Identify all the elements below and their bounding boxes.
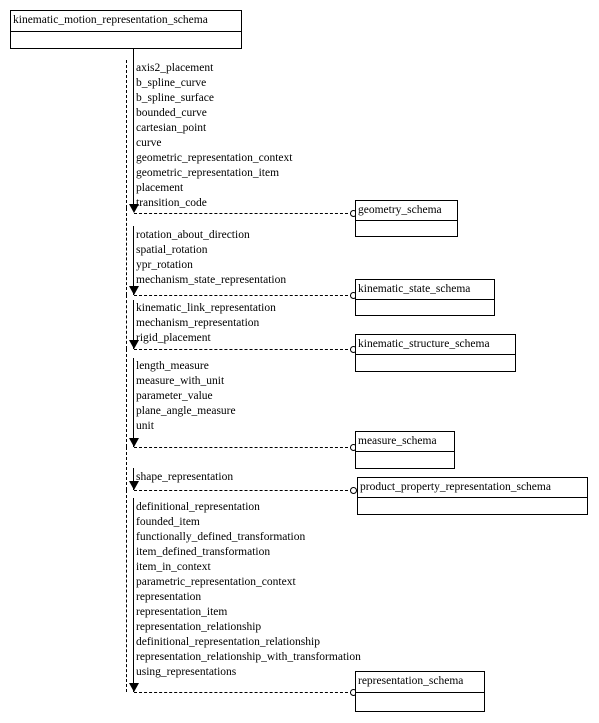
schema-box-kinematic-state[interactable]: kinematic_state_schema [355, 279, 495, 316]
interface-item: geometric_representation_context [136, 152, 293, 164]
connector-kinematic-structure [134, 349, 353, 350]
schema-box-measure[interactable]: measure_schema [355, 431, 455, 469]
connector-representation [134, 692, 353, 693]
interface-item: geometric_representation_item [136, 167, 280, 179]
schema-box-geometry[interactable]: geometry_schema [355, 200, 458, 237]
interface-item: representation_item [136, 606, 228, 618]
schema-name-representation: representation_schema [356, 672, 484, 693]
interface-item: shape_representation [136, 471, 234, 483]
schema-body-representation [356, 693, 484, 712]
interface-item: functionally_defined_transformation [136, 531, 306, 543]
schema-body-kinematic-structure [356, 355, 515, 372]
diagram-canvas: kinematic_motion_representation_schema g… [0, 0, 599, 723]
schema-body-geometry [356, 221, 457, 237]
interface-item: placement [136, 182, 184, 194]
arrowhead-measure [129, 438, 139, 447]
trunk-dashed-3 [126, 295, 127, 349]
interface-item: ypr_rotation [136, 259, 193, 271]
schema-name-measure: measure_schema [356, 432, 454, 452]
interface-item: b_spline_surface [136, 92, 214, 104]
trunk-dashed-5 [126, 447, 127, 490]
root-schema-stem [133, 48, 134, 60]
interface-item: rigid_placement [136, 332, 211, 344]
connector-geometry [134, 213, 353, 214]
interface-item: transition_code [136, 197, 207, 209]
root-schema-body [11, 32, 241, 49]
connector-product-property [134, 490, 353, 491]
trunk-dashed-2 [126, 208, 127, 295]
trunk-solid-6 [133, 498, 134, 692]
interface-item: axis2_placement [136, 62, 214, 74]
root-schema-name: kinematic_motion_representation_schema [11, 11, 241, 32]
interface-item: item_defined_transformation [136, 546, 271, 558]
interface-item: representation [136, 591, 202, 603]
interface-item: parameter_value [136, 390, 213, 402]
item-list-product-property: shape_representation [136, 470, 233, 485]
interface-item: item_in_context [136, 561, 211, 573]
interface-item: unit [136, 420, 154, 432]
interface-item: mechanism_state_representation [136, 274, 287, 286]
trunk-dashed-4 [126, 349, 127, 447]
interface-item: founded_item [136, 516, 200, 528]
interface-item: kinematic_link_representation [136, 302, 276, 314]
interface-item: mechanism_representation [136, 317, 260, 329]
schema-box-representation[interactable]: representation_schema [355, 671, 485, 712]
schema-name-product-property: product_property_representation_schema [358, 478, 587, 498]
schema-body-product-property [358, 498, 587, 515]
interface-item: rotation_about_direction [136, 229, 250, 241]
item-list-kinematic-state: rotation_about_direction spatial_rotation… [136, 228, 286, 288]
trunk-dashed-6 [126, 490, 127, 692]
interface-item: parametric_representation_context [136, 576, 296, 588]
item-list-measure: length_measure measure_with_unit parameter… [136, 359, 236, 434]
schema-body-measure [356, 452, 454, 469]
trunk-dashed-1 [126, 60, 127, 208]
item-list-kinematic-structure: kinematic_link_representation mechanism_r… [136, 301, 276, 346]
schema-name-kinematic-structure: kinematic_structure_schema [356, 335, 515, 355]
schema-name-kinematic-state: kinematic_state_schema [356, 280, 494, 300]
interface-item: definitional_representation_relationship [136, 636, 320, 648]
interface-item: representation_relationship_with_transfo… [136, 651, 361, 663]
interface-item: bounded_curve [136, 107, 207, 119]
schema-name-geometry: geometry_schema [356, 201, 457, 221]
interface-item: measure_with_unit [136, 375, 225, 387]
interface-item: plane_angle_measure [136, 405, 236, 417]
endcircle-product-property [350, 487, 357, 494]
connector-kinematic-state [134, 295, 353, 296]
schema-body-kinematic-state [356, 300, 494, 316]
trunk-solid-4 [133, 358, 134, 447]
trunk-solid-1 [133, 60, 134, 208]
schema-box-product-property[interactable]: product_property_representation_schema [357, 477, 588, 515]
interface-item: length_measure [136, 360, 209, 372]
connector-measure [134, 447, 353, 448]
item-list-geometry: axis2_placement b_spline_curve b_spline_su… [136, 61, 292, 211]
arrowhead-representation [129, 683, 139, 692]
interface-item: spatial_rotation [136, 244, 208, 256]
interface-item: representation_relationship [136, 621, 262, 633]
interface-item: curve [136, 137, 162, 149]
interface-item: b_spline_curve [136, 77, 207, 89]
trunk-solid-2 [133, 226, 134, 295]
interface-item: using_representations [136, 666, 237, 678]
interface-item: definitional_representation [136, 501, 260, 513]
root-schema-box[interactable]: kinematic_motion_representation_schema [10, 10, 242, 49]
interface-item: cartesian_point [136, 122, 207, 134]
schema-box-kinematic-structure[interactable]: kinematic_structure_schema [355, 334, 516, 372]
item-list-representation: definitional_representation founded_itemf… [136, 500, 361, 680]
